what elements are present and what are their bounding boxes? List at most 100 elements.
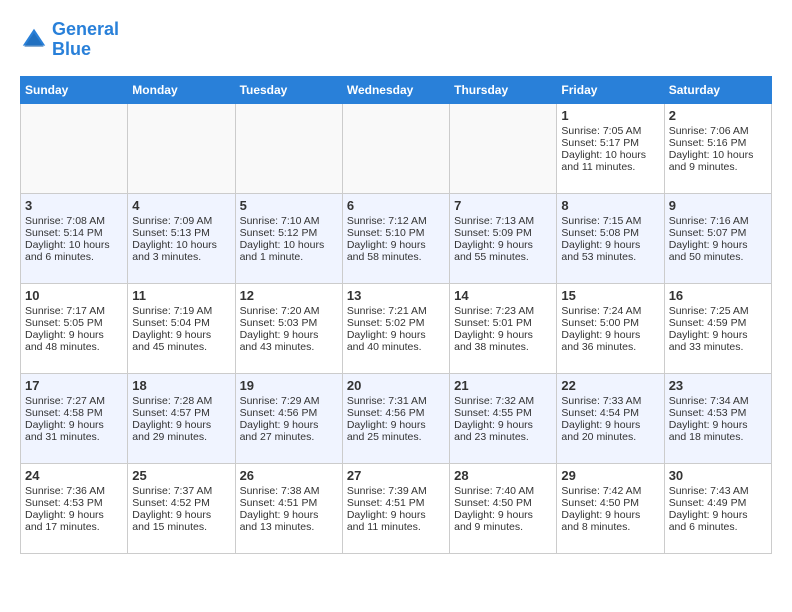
day-info: Daylight: 10 hours and 9 minutes. — [669, 149, 767, 173]
day-number: 29 — [561, 468, 659, 483]
day-cell: 4Sunrise: 7:09 AMSunset: 5:13 PMDaylight… — [128, 193, 235, 283]
day-info: Daylight: 9 hours and 29 minutes. — [132, 419, 230, 443]
day-info: Daylight: 10 hours and 3 minutes. — [132, 239, 230, 263]
day-info: Daylight: 9 hours and 53 minutes. — [561, 239, 659, 263]
day-info: Daylight: 9 hours and 38 minutes. — [454, 329, 552, 353]
day-number: 10 — [25, 288, 123, 303]
day-number: 18 — [132, 378, 230, 393]
day-cell: 9 Sunrise: 7:16 AMSunset: 5:07 PMDaylight… — [664, 193, 771, 283]
day-cell: 14Sunrise: 7:23 AMSunset: 5:01 PMDayligh… — [450, 283, 557, 373]
header-cell-wednesday: Wednesday — [342, 76, 449, 103]
day-info: Daylight: 9 hours and 45 minutes. — [132, 329, 230, 353]
day-cell — [342, 103, 449, 193]
day-cell: 28Sunrise: 7:40 AMSunset: 4:50 PMDayligh… — [450, 463, 557, 553]
day-cell — [21, 103, 128, 193]
day-info: Sunset: 4:52 PM — [132, 497, 230, 509]
day-cell: 30Sunrise: 7:43 AMSunset: 4:49 PMDayligh… — [664, 463, 771, 553]
day-info: Sunset: 4:53 PM — [669, 407, 767, 419]
day-info: Sunrise: 7:24 AM — [561, 305, 659, 317]
day-number: 20 — [347, 378, 445, 393]
day-info: Sunset: 5:12 PM — [240, 227, 338, 239]
day-info: Daylight: 9 hours and 9 minutes. — [454, 509, 552, 533]
day-number: 11 — [132, 288, 230, 303]
day-number: 13 — [347, 288, 445, 303]
day-number: 14 — [454, 288, 552, 303]
day-number: 30 — [669, 468, 767, 483]
day-cell — [128, 103, 235, 193]
day-number: 19 — [240, 378, 338, 393]
day-cell: 1Sunrise: 7:05 AMSunset: 5:17 PMDaylight… — [557, 103, 664, 193]
day-number: 4 — [132, 198, 230, 213]
day-cell: 10Sunrise: 7:17 AMSunset: 5:05 PMDayligh… — [21, 283, 128, 373]
day-number: 8 — [561, 198, 659, 213]
logo-text-line1: General — [52, 20, 119, 40]
day-info: Sunrise: 7:32 AM — [454, 395, 552, 407]
day-info: Daylight: 9 hours and 55 minutes. — [454, 239, 552, 263]
day-info: Sunrise: 7:27 AM — [25, 395, 123, 407]
header-row: SundayMondayTuesdayWednesdayThursdayFrid… — [21, 76, 772, 103]
day-info: Sunset: 5:17 PM — [561, 137, 659, 149]
day-number: 22 — [561, 378, 659, 393]
logo-text-line2: Blue — [52, 40, 119, 60]
day-info: Sunset: 5:00 PM — [561, 317, 659, 329]
page-header: General Blue — [20, 20, 772, 60]
day-info: Daylight: 9 hours and 50 minutes. — [669, 239, 767, 263]
day-number: 17 — [25, 378, 123, 393]
day-info: Sunset: 5:07 PM — [669, 227, 767, 239]
day-info: Sunset: 4:57 PM — [132, 407, 230, 419]
day-cell: 19Sunrise: 7:29 AMSunset: 4:56 PMDayligh… — [235, 373, 342, 463]
day-cell: 15Sunrise: 7:24 AMSunset: 5:00 PMDayligh… — [557, 283, 664, 373]
day-info: Sunrise: 7:43 AM — [669, 485, 767, 497]
day-number: 28 — [454, 468, 552, 483]
day-info: Sunset: 5:05 PM — [25, 317, 123, 329]
day-info: Sunrise: 7:23 AM — [454, 305, 552, 317]
day-number: 23 — [669, 378, 767, 393]
day-info: Daylight: 9 hours and 15 minutes. — [132, 509, 230, 533]
day-cell: 16Sunrise: 7:25 AMSunset: 4:59 PMDayligh… — [664, 283, 771, 373]
day-cell: 26Sunrise: 7:38 AMSunset: 4:51 PMDayligh… — [235, 463, 342, 553]
day-number: 12 — [240, 288, 338, 303]
day-cell: 11Sunrise: 7:19 AMSunset: 5:04 PMDayligh… — [128, 283, 235, 373]
day-info: Sunrise: 7:10 AM — [240, 215, 338, 227]
day-info: Sunrise: 7:13 AM — [454, 215, 552, 227]
day-info: Sunrise: 7:12 AM — [347, 215, 445, 227]
day-info: Daylight: 9 hours and 25 minutes. — [347, 419, 445, 443]
day-info: Sunset: 4:51 PM — [240, 497, 338, 509]
day-info: Sunrise: 7:28 AM — [132, 395, 230, 407]
day-number: 16 — [669, 288, 767, 303]
day-info: Daylight: 9 hours and 18 minutes. — [669, 419, 767, 443]
day-cell: 17Sunrise: 7:27 AMSunset: 4:58 PMDayligh… — [21, 373, 128, 463]
day-info: Daylight: 10 hours and 6 minutes. — [25, 239, 123, 263]
day-info: Sunrise: 7:15 AM — [561, 215, 659, 227]
day-info: Sunset: 5:09 PM — [454, 227, 552, 239]
header-cell-thursday: Thursday — [450, 76, 557, 103]
day-info: Sunset: 4:51 PM — [347, 497, 445, 509]
header-cell-tuesday: Tuesday — [235, 76, 342, 103]
day-info: Sunset: 5:13 PM — [132, 227, 230, 239]
day-info: Daylight: 9 hours and 8 minutes. — [561, 509, 659, 533]
day-number: 9 — [669, 198, 767, 213]
calendar-header: SundayMondayTuesdayWednesdayThursdayFrid… — [21, 76, 772, 103]
day-number: 15 — [561, 288, 659, 303]
day-info: Sunrise: 7:31 AM — [347, 395, 445, 407]
day-info: Sunset: 4:58 PM — [25, 407, 123, 419]
day-cell: 13Sunrise: 7:21 AMSunset: 5:02 PMDayligh… — [342, 283, 449, 373]
day-info: Sunrise: 7:37 AM — [132, 485, 230, 497]
week-row-2: 3Sunrise: 7:08 AMSunset: 5:14 PMDaylight… — [21, 193, 772, 283]
day-number: 26 — [240, 468, 338, 483]
day-info: Daylight: 9 hours and 13 minutes. — [240, 509, 338, 533]
day-info: Sunset: 4:53 PM — [25, 497, 123, 509]
day-cell: 21Sunrise: 7:32 AMSunset: 4:55 PMDayligh… — [450, 373, 557, 463]
day-info: Daylight: 9 hours and 20 minutes. — [561, 419, 659, 443]
day-cell: 20 Sunrise: 7:31 AMSunset: 4:56 PMDayligh… — [342, 373, 449, 463]
day-info: Sunset: 4:59 PM — [669, 317, 767, 329]
day-cell: 12Sunrise: 7:20 AMSunset: 5:03 PMDayligh… — [235, 283, 342, 373]
day-number: 2 — [669, 108, 767, 123]
day-info: Sunrise: 7:16 AM — [669, 215, 767, 227]
day-info: Daylight: 10 hours and 11 minutes. — [561, 149, 659, 173]
day-cell: 23Sunrise: 7:34 AMSunset: 4:53 PMDayligh… — [664, 373, 771, 463]
day-info: Sunset: 4:56 PM — [347, 407, 445, 419]
calendar-table: SundayMondayTuesdayWednesdayThursdayFrid… — [20, 76, 772, 554]
day-info: Sunset: 4:49 PM — [669, 497, 767, 509]
day-info: Daylight: 9 hours and 11 minutes. — [347, 509, 445, 533]
